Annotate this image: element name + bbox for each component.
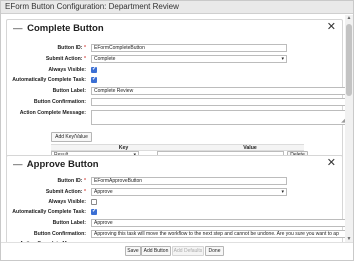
button-id-label: Button ID: *: [57, 178, 86, 184]
submit-action-label: Submit Action: *: [45, 189, 86, 195]
button-confirmation-label: Button Confirmation:: [33, 231, 86, 237]
footer-bar: Save Add Button Add Defaults Done: [1, 242, 353, 260]
kv-key-column-header: Key: [51, 144, 196, 151]
button-label-input[interactable]: Complete Review: [91, 87, 345, 95]
close-icon[interactable]: ✕: [327, 22, 336, 33]
always-visible-label: Always Visible:: [48, 67, 86, 73]
button-confirmation-input[interactable]: [91, 98, 345, 106]
eform-button-config-window: EForm Button Configuration: Department R…: [0, 0, 354, 261]
content-area: — Complete Button ✕ Button ID: * EFormCo…: [1, 15, 345, 242]
auto-complete-label: Automatically Complete Task:: [12, 77, 86, 83]
button-id-row: Button ID: * EFormApproveButton: [7, 177, 342, 186]
auto-complete-label: Automatically Complete Task:: [12, 209, 86, 215]
button-label-input[interactable]: Approve: [91, 219, 345, 227]
always-visible-label: Always Visible:: [48, 199, 86, 205]
button-confirmation-row: Button Confirmation: Approving this task…: [7, 230, 345, 239]
add-button-button[interactable]: Add Button: [141, 246, 171, 256]
approve-button-section: — Approve Button ✕ Button ID: * EFormApp…: [6, 155, 345, 242]
scroll-up-icon[interactable]: ▲: [346, 15, 352, 21]
auto-complete-row: Automatically Complete Task:: [7, 208, 342, 217]
submit-action-select[interactable]: Approve ▾: [91, 188, 287, 196]
button-id-input[interactable]: EFormCompleteButton: [91, 44, 287, 52]
complete-button-section: — Complete Button ✕ Button ID: * EFormCo…: [6, 19, 345, 160]
button-label-row: Button Label: Approve: [7, 219, 345, 228]
auto-complete-checkbox[interactable]: [91, 76, 97, 83]
button-label-row: Button Label: Complete Review: [7, 87, 345, 96]
add-key-value-button[interactable]: Add Key/Value: [51, 132, 92, 142]
always-visible-checkbox[interactable]: [91, 66, 97, 73]
auto-complete-row: Automatically Complete Task:: [7, 76, 342, 85]
section-title: Approve Button: [26, 159, 99, 170]
button-label-label: Button Label:: [52, 88, 86, 94]
window-title: EForm Button Configuration: Department R…: [5, 2, 179, 11]
always-visible-checkbox[interactable]: [91, 199, 97, 205]
submit-action-label: Submit Action: *: [45, 56, 86, 62]
button-id-label: Button ID: *: [57, 45, 86, 51]
section-header[interactable]: — Complete Button: [13, 23, 104, 34]
title-bar: EForm Button Configuration: Department R…: [1, 1, 353, 14]
button-confirmation-label: Button Confirmation:: [33, 99, 86, 105]
action-complete-message-label: Action Complete Message:: [19, 110, 86, 116]
submit-action-row: Submit Action: * Approve ▾: [7, 188, 342, 197]
vertical-scrollbar[interactable]: ▲ ▼: [345, 15, 353, 242]
collapse-icon[interactable]: —: [13, 159, 23, 170]
chevron-down-icon: ▾: [281, 189, 284, 195]
kv-value-column-header: Value: [196, 144, 304, 151]
scrollbar-thumb[interactable]: [346, 24, 352, 96]
close-icon[interactable]: ✕: [327, 158, 336, 169]
button-confirmation-row: Button Confirmation:: [7, 98, 345, 107]
collapse-icon[interactable]: —: [13, 23, 23, 34]
always-visible-row: Always Visible:: [7, 66, 342, 75]
action-complete-message-textarea[interactable]: ◢: [91, 110, 345, 125]
section-header[interactable]: — Approve Button: [13, 159, 99, 170]
auto-complete-checkbox[interactable]: [91, 208, 97, 215]
button-id-input[interactable]: EFormApproveButton: [91, 177, 287, 185]
add-defaults-button[interactable]: Add Defaults: [172, 246, 204, 256]
submit-action-row: Submit Action: * Complete ▾: [7, 55, 342, 64]
button-label-label: Button Label:: [52, 220, 86, 226]
chevron-down-icon: ▾: [281, 56, 284, 62]
submit-action-select[interactable]: Complete ▾: [91, 55, 287, 63]
section-title: Complete Button: [27, 23, 104, 34]
save-button[interactable]: Save: [125, 246, 141, 256]
button-id-row: Button ID: * EFormCompleteButton: [7, 44, 342, 53]
done-button[interactable]: Done: [205, 246, 224, 256]
always-visible-row: Always Visible:: [7, 198, 342, 207]
button-confirmation-input[interactable]: Approving this task will move the workfl…: [91, 230, 345, 238]
